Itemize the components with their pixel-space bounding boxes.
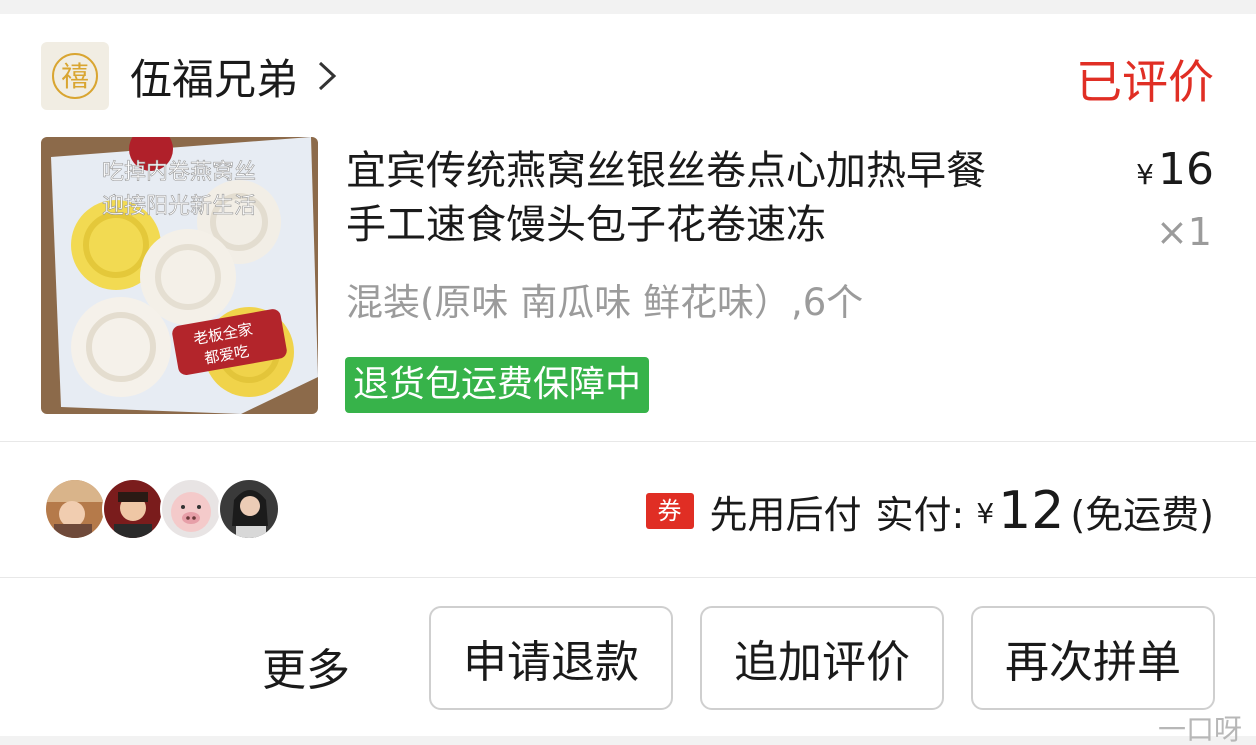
avatar bbox=[44, 478, 106, 540]
order-status: 已评价 bbox=[1076, 55, 1214, 109]
price-value: 16 bbox=[1158, 144, 1214, 195]
payment-method: 先用后付 bbox=[709, 492, 862, 537]
shop-logo[interactable]: 禧 bbox=[41, 42, 109, 110]
add-review-button[interactable]: 追加评价 bbox=[700, 606, 944, 710]
coupon-badge[interactable]: 券 bbox=[645, 493, 694, 529]
order-card: 禧 伍福兄弟 已评价 吃掉内卷燕窝丝 迎接阳光新生活 老板全家 都爱吃 宜宾传统… bbox=[0, 14, 1256, 745]
avatar bbox=[102, 478, 164, 540]
reorder-button[interactable]: 再次拼单 bbox=[971, 606, 1215, 710]
divider bbox=[0, 577, 1256, 578]
product-image[interactable]: 吃掉内卷燕窝丝 迎接阳光新生活 老板全家 都爱吃 bbox=[41, 137, 318, 414]
shop-logo-icon: 禧 bbox=[52, 53, 98, 99]
more-button[interactable]: 更多 bbox=[262, 634, 350, 698]
price-currency: ¥ bbox=[1136, 158, 1154, 191]
product-title-line2: 手工速食馒头包子花卷速冻 bbox=[346, 202, 826, 248]
paid-currency: ¥ bbox=[976, 497, 995, 530]
product-quantity: ×1 bbox=[1155, 210, 1212, 254]
paid-amount: 12 bbox=[998, 481, 1065, 541]
product-spec: 混装(原味 南瓜味 鲜花味）,6个 bbox=[346, 281, 864, 324]
payment-summary: 券 先用后付 实付: ¥ 12 (免运费) bbox=[645, 480, 1214, 542]
image-caption-1: 吃掉内卷燕窝丝 bbox=[102, 160, 256, 185]
shop-name-link[interactable]: 伍福兄弟 bbox=[130, 48, 338, 104]
paid-label: 实付: bbox=[875, 492, 965, 537]
shop-name: 伍福兄弟 bbox=[130, 54, 299, 104]
svg-text:禧: 禧 bbox=[61, 60, 89, 93]
divider bbox=[0, 441, 1256, 442]
product-price: ¥ 16 bbox=[1136, 144, 1214, 195]
watermark: 一口呀 bbox=[1157, 713, 1242, 745]
shipping-note: (免运费) bbox=[1070, 492, 1214, 537]
refund-button[interactable]: 申请退款 bbox=[429, 606, 673, 710]
product-title[interactable]: 宜宾传统燕窝丝银丝卷点心加热早餐 手工速食馒头包子花卷速冻 bbox=[346, 144, 1106, 252]
product-photo: 吃掉内卷燕窝丝 迎接阳光新生活 老板全家 都爱吃 bbox=[41, 137, 318, 414]
product-title-line1: 宜宾传统燕窝丝银丝卷点心加热早餐 bbox=[346, 148, 986, 194]
chevron-right-icon bbox=[318, 61, 337, 91]
image-caption-2: 迎接阳光新生活 bbox=[102, 194, 256, 219]
return-shipping-badge: 退货包运费保障中 bbox=[345, 357, 650, 413]
avatar bbox=[160, 478, 222, 540]
avatar bbox=[218, 478, 280, 540]
